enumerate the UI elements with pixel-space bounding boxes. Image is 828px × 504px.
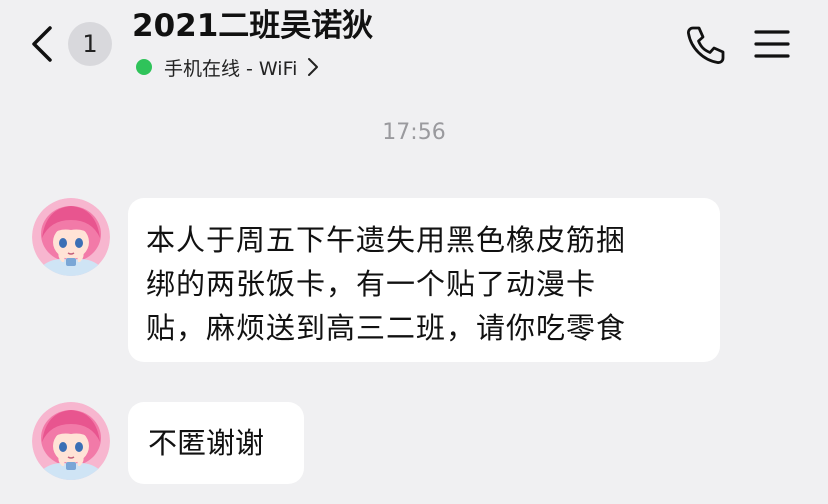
unread-count-badge[interactable]: 1 xyxy=(68,22,112,66)
chat-header: 1 2021二班吴诺狄 手机在线 - WiFi xyxy=(0,0,828,100)
anime-avatar-icon xyxy=(32,402,110,480)
online-status-text: 手机在线 - WiFi xyxy=(164,57,298,80)
chevron-right-icon xyxy=(308,58,319,76)
chat-menu-button[interactable] xyxy=(754,26,790,62)
message-bubble[interactable]: 不匿谢谢 xyxy=(128,402,304,484)
chat-title[interactable]: 2021二班吴诺狄 xyxy=(132,4,373,48)
message-timestamp: 17:56 xyxy=(382,120,446,145)
back-button[interactable] xyxy=(24,22,64,66)
phone-icon xyxy=(687,26,725,64)
sender-avatar[interactable] xyxy=(32,402,110,480)
message-text-line: 贴，麻烦送到高三二班，请你吃零食 xyxy=(146,311,627,345)
anime-avatar-icon xyxy=(32,198,110,276)
message-text-line: 绑的两张饭卡，有一个贴了动漫卡 xyxy=(146,267,597,301)
message-bubble[interactable]: 本人于周五下午遗失用黑色橡皮筋捆 绑的两张饭卡，有一个贴了动漫卡 贴，麻烦送到高… xyxy=(128,198,720,362)
hamburger-menu-icon xyxy=(754,30,790,58)
online-status[interactable]: 手机在线 - WiFi xyxy=(136,54,319,80)
voice-call-button[interactable] xyxy=(684,24,726,66)
back-chevron-icon xyxy=(32,26,52,62)
message-text-line: 本人于周五下午遗失用黑色橡皮筋捆 xyxy=(146,223,627,257)
online-dot-icon xyxy=(136,59,152,75)
sender-avatar[interactable] xyxy=(32,198,110,276)
message-text-line: 不匿谢谢 xyxy=(148,426,265,460)
